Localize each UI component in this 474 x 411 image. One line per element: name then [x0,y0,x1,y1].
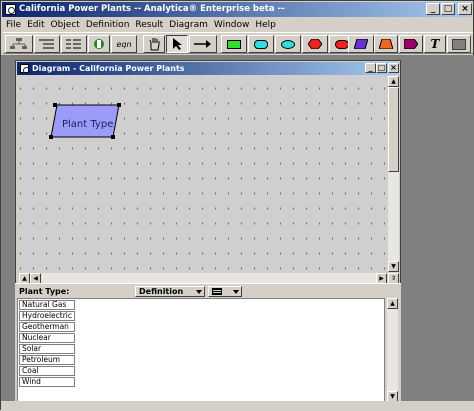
table-view-icon [212,288,222,295]
diagram-title: Diagram - California Power Plants [32,64,185,73]
maximize-button[interactable]: □ [441,3,455,15]
diagram-minimize-button[interactable]: _ [365,63,376,73]
text-tool-button[interactable]: T [424,35,446,53]
objective-node-icon [308,39,322,49]
vertical-scroll-thumb[interactable] [388,87,399,172]
diagram-canvas[interactable]: Plant Type [19,76,387,272]
app-window: California Power Plants -- Analytica® En… [0,0,474,411]
plant-type-node-label: Plant Type [62,119,114,130]
arrow-tool-button[interactable] [166,35,188,53]
menu-file[interactable]: File [3,18,24,32]
constant-node-icon [335,39,349,49]
diagram-window: Diagram - California Power Plants _ □ × … [15,60,401,289]
hand-object-icon [94,39,104,49]
connect-arrow-button[interactable] [189,35,217,53]
title-bar: California Power Plants -- Analytica® En… [2,2,472,17]
text-tool-icon: T [430,37,440,51]
analytica-app-icon [5,4,16,15]
objective-node-button[interactable] [302,35,328,53]
attribute-view-dropdown[interactable]: Definition [135,286,205,297]
menu-definition[interactable]: Definition [83,18,133,32]
definition-list[interactable]: Natural Gas Hydroelectric Geotherman Nuc… [17,298,385,402]
attribute-object-label: Plant Type: [19,287,70,296]
browse-tool-button[interactable] [143,35,165,53]
list-item[interactable]: Geotherman [19,322,75,332]
hierarchy-up-button[interactable] [5,35,33,53]
function-node-icon [404,39,418,49]
attribute-scrollbar[interactable]: ▲ ▼ [387,298,398,402]
hand-icon [149,38,160,51]
menu-bar: File Edit Object Definition Result Diagram Win… [3,18,279,32]
menu-diagram[interactable]: Diagram [166,18,211,32]
diagram-icon [20,64,30,74]
list-item[interactable]: Solar [19,344,75,354]
diagram-close-button[interactable]: × [388,63,399,73]
list-item[interactable]: Natural Gas [19,300,75,310]
list-item[interactable]: Wind [19,377,75,387]
list-view-button[interactable] [61,35,87,53]
edit-definition-button[interactable]: eqn [111,35,137,53]
expression-view-dropdown[interactable] [208,286,242,297]
index-node-icon [379,39,393,49]
function-node-button[interactable] [399,35,423,53]
list-item[interactable]: Coal [19,366,75,376]
diagram-vertical-scrollbar[interactable]: ▲ ▼ [388,76,399,272]
outline-button[interactable] [34,35,60,53]
window-title: California Power Plants -- Analytica® En… [19,4,285,14]
index-node-button[interactable] [374,35,398,53]
pointer-arrow-icon [173,38,182,50]
menu-window[interactable]: Window [211,18,253,32]
module-node-button[interactable] [348,35,374,53]
list-item[interactable]: Petroleum [19,355,75,365]
minimize-button[interactable]: _ [426,3,440,15]
menu-object[interactable]: Object [48,18,83,32]
attribute-view-value: Definition [139,287,184,296]
list-item[interactable]: Hydroelectric [19,311,75,321]
toolbar: eqn T [3,32,473,54]
edit-definition-label: eqn [116,39,132,49]
menu-result[interactable]: Result [132,18,166,32]
outline-icon [39,39,54,49]
chance-node-icon [281,39,295,49]
scroll-down-arrow[interactable]: ▼ [388,261,399,272]
dropdown-arrow-icon [196,290,202,294]
chance-node-button[interactable] [275,35,301,53]
image-tool-button[interactable] [447,35,471,53]
diagram-title-bar: Diagram - California Power Plants [17,62,399,75]
mdi-workspace: Diagram - California Power Plants _ □ × … [1,55,474,402]
menu-help[interactable]: Help [252,18,279,32]
list-icon [66,39,81,49]
object-window-button[interactable] [88,35,110,53]
picture-icon [452,38,466,50]
list-item[interactable]: Nuclear [19,333,75,343]
close-button[interactable]: × [458,3,472,15]
hierarchy-icon [10,38,27,49]
module-node-icon [354,39,368,49]
dropdown-arrow-icon [233,290,239,294]
menu-edit[interactable]: Edit [24,18,47,32]
variable-node-icon [254,39,268,49]
right-arrow-icon [194,40,211,48]
decision-node-button[interactable] [221,35,247,53]
attribute-scroll-up-arrow[interactable]: ▲ [387,298,398,309]
scroll-up-arrow[interactable]: ▲ [388,76,399,87]
variable-node-button[interactable] [248,35,274,53]
attribute-panel: Plant Type: Definition Natural Gas Hydro… [15,283,401,402]
decision-node-icon [227,39,241,49]
diagram-maximize-button[interactable]: □ [376,63,387,73]
